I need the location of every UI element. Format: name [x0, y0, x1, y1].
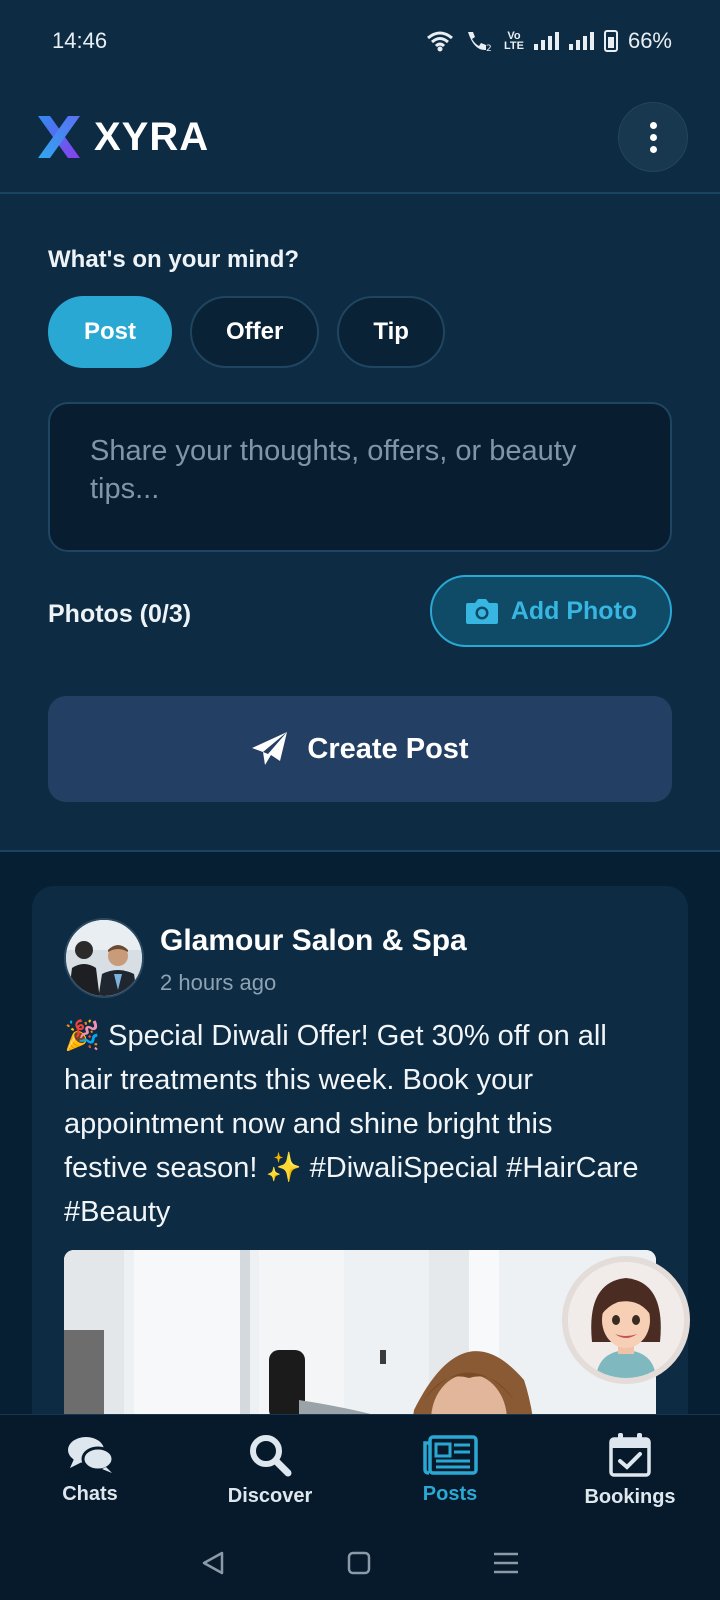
nav-discover[interactable]: Discover [190, 1433, 350, 1508]
post-time: 2 hours ago [160, 970, 277, 995]
signal-icon-2 [568, 32, 594, 50]
photos-count-label: Photos (0/3) [48, 600, 192, 628]
calendar-check-icon [609, 1433, 651, 1477]
status-bar: 14:46 2 Vo LTE 66% [0, 0, 720, 82]
home-icon[interactable] [346, 1550, 372, 1576]
nav-posts[interactable]: Posts [370, 1435, 530, 1506]
status-time: 14:46 [52, 28, 108, 53]
nav-bookings-label: Bookings [584, 1486, 676, 1508]
assistant-avatar-icon [568, 1262, 684, 1378]
status-icons: 2 Vo LTE 66% [426, 28, 672, 54]
create-post-label: Create Post [307, 732, 469, 765]
post-composer: What's on your mind? Post Offer Tip Shar… [0, 194, 720, 852]
camera-icon [465, 599, 498, 624]
system-navigation-bar [0, 1526, 720, 1600]
wifi-call-icon: 2 [467, 32, 492, 53]
newspaper-icon [423, 1435, 478, 1475]
chat-bubbles-icon [68, 1437, 114, 1473]
post-text-input[interactable]: Share your thoughts, offers, or beauty t… [48, 402, 672, 552]
recents-icon[interactable] [492, 1550, 520, 1576]
post-type-selector: Post Offer Tip [48, 296, 445, 368]
author-avatar[interactable] [64, 918, 144, 998]
add-photo-label: Add Photo [510, 596, 638, 625]
type-chip-tip[interactable]: Tip [337, 296, 445, 368]
volte-icon: Vo LTE [503, 30, 524, 52]
nav-chats[interactable]: Chats [10, 1435, 170, 1506]
composer-prompt: What's on your mind? [48, 246, 300, 273]
nav-bookings[interactable]: Bookings [550, 1432, 710, 1509]
signal-icon-1 [533, 32, 559, 50]
brand: XYRA [34, 112, 209, 162]
back-icon[interactable] [200, 1550, 226, 1576]
avatar-photo [66, 920, 142, 996]
search-icon [250, 1435, 292, 1477]
battery-icon [603, 30, 618, 52]
create-post-button[interactable]: Create Post [48, 696, 672, 802]
more-vertical-icon [649, 121, 657, 129]
nav-chats-label: Chats [62, 1483, 118, 1505]
svg-text:2: 2 [486, 44, 492, 53]
battery-level: 66% [627, 28, 672, 53]
nav-discover-label: Discover [227, 1485, 313, 1507]
app-header: XYRA [0, 82, 720, 194]
nav-posts-label: Posts [422, 1483, 478, 1505]
post-author[interactable]: Glamour Salon & Spa [160, 924, 467, 958]
type-chip-offer[interactable]: Offer [190, 296, 320, 368]
type-chip-post[interactable]: Post [48, 296, 173, 368]
more-menu-button[interactable] [618, 102, 688, 172]
post-text: 🎉 Special Diwali Offer! Get 30% off on a… [64, 1020, 639, 1228]
bottom-navigation: Chats Discover Posts Bookings [0, 1414, 720, 1526]
wifi-icon [427, 31, 453, 52]
send-plane-icon [252, 732, 288, 765]
add-photo-button[interactable]: Add Photo [430, 575, 672, 647]
xyra-logo-icon [38, 116, 80, 158]
brand-name: XYRA [94, 114, 210, 159]
ai-assistant-button[interactable] [562, 1256, 690, 1384]
